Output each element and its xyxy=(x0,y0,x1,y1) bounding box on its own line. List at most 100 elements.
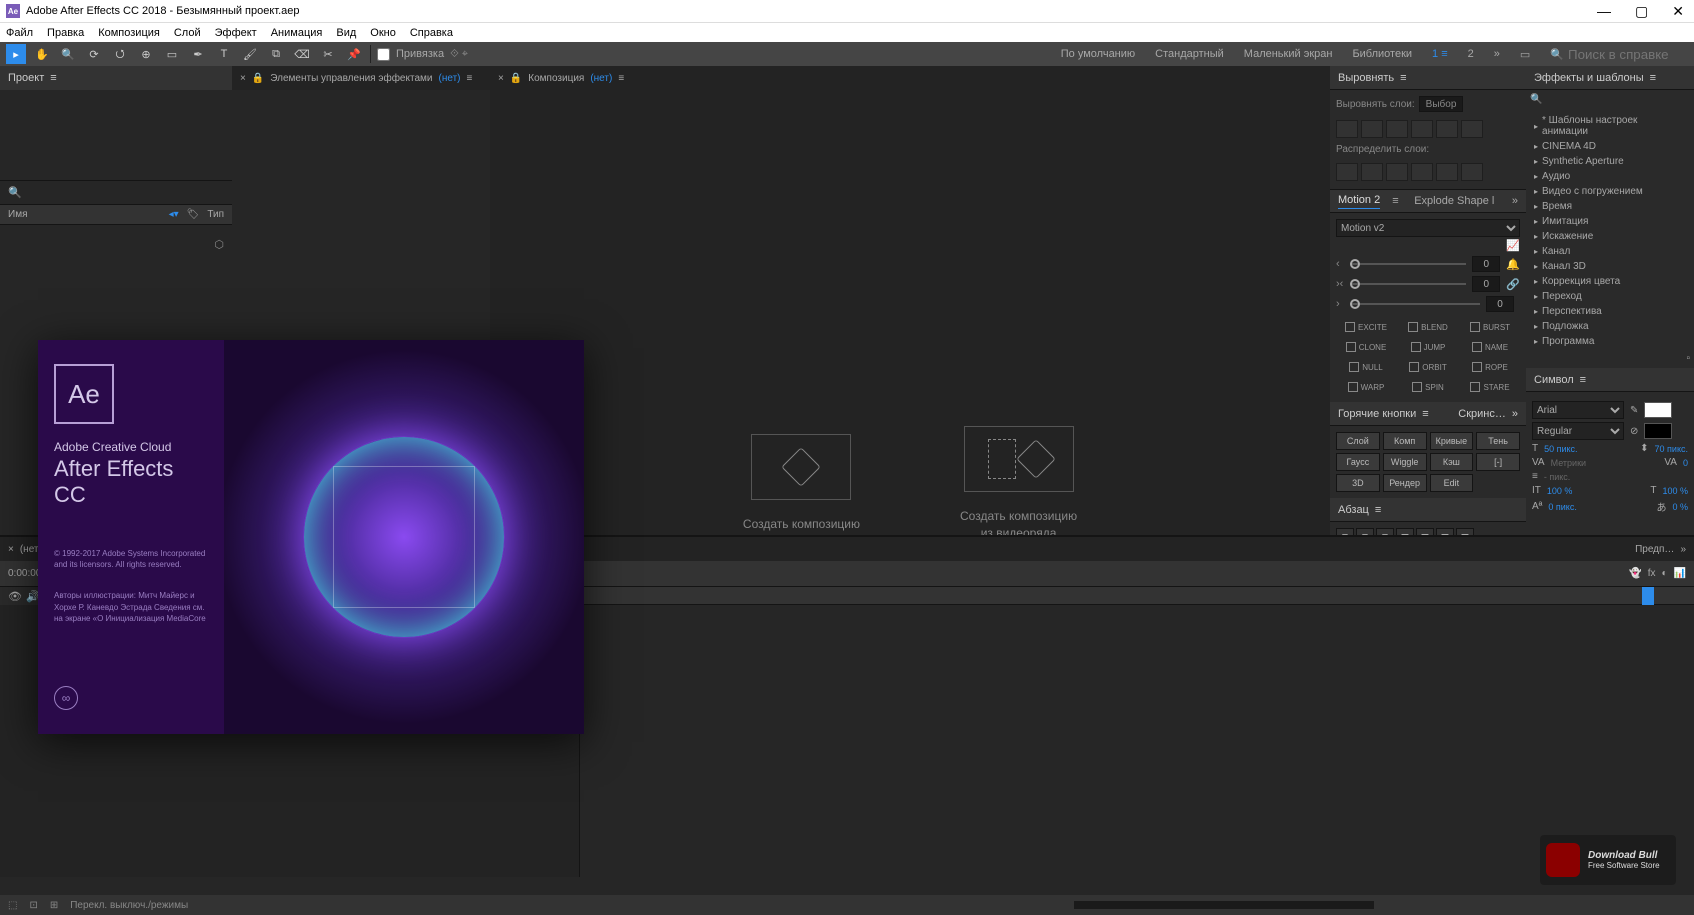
effects-presets-tab[interactable]: Эффекты и шаблоны xyxy=(1534,72,1644,84)
spin-button[interactable]: SPIN xyxy=(1398,378,1458,396)
tree-item[interactable]: Программа xyxy=(1530,334,1690,349)
rotate-tool[interactable]: ⭯ xyxy=(110,44,130,64)
stroke-input[interactable]: - пикс. xyxy=(1544,472,1570,482)
tree-item[interactable]: Аудио xyxy=(1530,169,1690,184)
clone-tool[interactable]: ⧉ xyxy=(266,44,286,64)
tree-item[interactable]: Переход xyxy=(1530,289,1690,304)
jump-button[interactable]: JUMP xyxy=(1398,338,1458,356)
hotkey-edit[interactable]: Edit xyxy=(1430,474,1474,492)
baseline-input[interactable]: 0 пикс. xyxy=(1548,502,1576,512)
menu-view[interactable]: Вид xyxy=(336,27,356,39)
graph-editor-icon[interactable]: 📊 xyxy=(1674,568,1686,579)
motion-preset-dropdown[interactable]: Motion v2 xyxy=(1336,219,1520,237)
slider-2-input[interactable] xyxy=(1472,276,1500,292)
maximize-button[interactable]: ▢ xyxy=(1631,3,1652,20)
orbit-tool[interactable]: ⟳ xyxy=(84,44,104,64)
menu-animation[interactable]: Анимация xyxy=(271,27,323,39)
tree-item[interactable]: Имитация xyxy=(1530,214,1690,229)
tree-item[interactable]: Коррекция цвета xyxy=(1530,274,1690,289)
distribute-btn[interactable] xyxy=(1461,163,1483,181)
hscale-input[interactable]: 100 % xyxy=(1662,486,1688,496)
snap-icon[interactable]: ⟐ ⌖ xyxy=(450,48,468,61)
menu-layer[interactable]: Слой xyxy=(174,27,201,39)
distribute-btn[interactable] xyxy=(1411,163,1433,181)
flowchart-icon[interactable]: ⬡ xyxy=(214,238,224,251)
lock-icon[interactable]: 🔒 xyxy=(252,73,264,84)
close-button[interactable]: ✕ xyxy=(1668,3,1688,20)
hotkey-layer[interactable]: Слой xyxy=(1336,432,1380,450)
align-right-button[interactable] xyxy=(1386,120,1408,138)
align-panel-tab[interactable]: Выровнять xyxy=(1330,66,1526,90)
screenshots-tab[interactable]: Скринс… xyxy=(1458,408,1506,420)
tree-item[interactable]: Искажение xyxy=(1530,229,1690,244)
hotkey-render[interactable]: Рендер xyxy=(1383,474,1427,492)
workspace-small[interactable]: Маленький экран xyxy=(1244,48,1333,60)
workspace-libraries[interactable]: Библиотеки xyxy=(1352,48,1412,60)
align-bottom-button[interactable] xyxy=(1461,120,1483,138)
slider-3-input[interactable] xyxy=(1486,296,1514,312)
tree-item[interactable]: CINEMA 4D xyxy=(1530,139,1690,154)
playhead[interactable] xyxy=(1642,587,1654,605)
tsume-input[interactable]: 0 % xyxy=(1672,502,1688,512)
hotkey-gauss[interactable]: Гаусс xyxy=(1336,453,1380,471)
help-search-input[interactable] xyxy=(1568,47,1688,62)
menu-composition[interactable]: Композиция xyxy=(98,27,160,39)
orbit-button[interactable]: ORBIT xyxy=(1398,358,1458,376)
status-icon2[interactable]: ⊡ xyxy=(29,900,37,911)
roto-tool[interactable]: ✂ xyxy=(318,44,338,64)
tree-item[interactable]: * Шаблоны настроек анимации xyxy=(1530,113,1690,139)
distribute-btn[interactable] xyxy=(1436,163,1458,181)
font-weight-dropdown[interactable]: Regular xyxy=(1532,422,1624,440)
hand-tool[interactable]: ✋ xyxy=(32,44,52,64)
workspace-2[interactable]: 2 xyxy=(1468,48,1474,60)
shape-tool[interactable]: ▭ xyxy=(162,44,182,64)
zoom-tool[interactable]: 🔍 xyxy=(58,44,78,64)
tree-item[interactable]: Synthetic Aperture xyxy=(1530,154,1690,169)
workspace-edit-icon[interactable]: ▭ xyxy=(1520,48,1530,61)
effects-search-input[interactable] xyxy=(1546,94,1694,109)
fill-color-swatch[interactable] xyxy=(1644,402,1672,418)
fx-icon[interactable]: fx xyxy=(1648,568,1656,579)
workspace-default[interactable]: По умолчанию xyxy=(1061,48,1135,60)
lock-icon[interactable]: 🔒 xyxy=(510,73,522,84)
preview-tab[interactable]: Предп… xyxy=(1635,544,1674,555)
eyedropper-icon[interactable]: ✎ xyxy=(1630,405,1638,416)
font-family-dropdown[interactable]: Arial xyxy=(1532,401,1624,419)
pen-tool[interactable]: ✒ xyxy=(188,44,208,64)
menu-edit[interactable]: Правка xyxy=(47,27,84,39)
composition-tab[interactable]: × 🔒 Композиция (нет) xyxy=(490,66,1330,90)
project-panel-tab[interactable]: Проект xyxy=(0,66,232,90)
tree-item[interactable]: Время xyxy=(1530,199,1690,214)
workspace-standard[interactable]: Стандартный xyxy=(1155,48,1224,60)
project-col-type[interactable]: Тип xyxy=(207,209,224,220)
null-button[interactable]: NULL xyxy=(1336,358,1396,376)
kerning-input[interactable]: Метрики xyxy=(1551,458,1586,468)
hotkey-comp[interactable]: Комп xyxy=(1383,432,1427,450)
tree-item[interactable]: Канал 3D xyxy=(1530,259,1690,274)
align-vcenter-button[interactable] xyxy=(1436,120,1458,138)
new-composition-button[interactable]: Создать композицию xyxy=(743,434,860,533)
align-hcenter-button[interactable] xyxy=(1361,120,1383,138)
new-bin-icon[interactable]: ▫ xyxy=(1686,353,1690,364)
tree-item[interactable]: Видео с погружением xyxy=(1530,184,1690,199)
align-left-button[interactable] xyxy=(1336,120,1358,138)
hotkey-3d[interactable]: 3D xyxy=(1336,474,1380,492)
bell-icon[interactable]: 🔔 xyxy=(1506,258,1520,271)
effect-controls-tab[interactable]: × 🔒 Элементы управления эффектами (нет) xyxy=(232,66,490,90)
panel-menu-icon[interactable] xyxy=(50,72,60,84)
stare-button[interactable]: STARE xyxy=(1460,378,1520,396)
burst-button[interactable]: BURST xyxy=(1460,318,1520,336)
workspace-1[interactable]: 1 ≡ xyxy=(1432,48,1448,60)
character-tab[interactable]: Символ xyxy=(1534,374,1574,386)
project-search-input[interactable] xyxy=(26,185,224,200)
distribute-btn[interactable] xyxy=(1386,163,1408,181)
hotkey-curves[interactable]: Кривые xyxy=(1430,432,1474,450)
clone-button[interactable]: CLONE xyxy=(1336,338,1396,356)
minimize-button[interactable]: — xyxy=(1593,3,1615,20)
menu-file[interactable]: Файл xyxy=(6,27,33,39)
menu-window[interactable]: Окно xyxy=(370,27,396,39)
warp-button[interactable]: WARP xyxy=(1336,378,1396,396)
help-search[interactable]: 🔍 xyxy=(1550,47,1688,62)
puppet-tool[interactable]: 📌 xyxy=(344,44,364,64)
status-icon3[interactable]: ⊞ xyxy=(50,900,58,911)
